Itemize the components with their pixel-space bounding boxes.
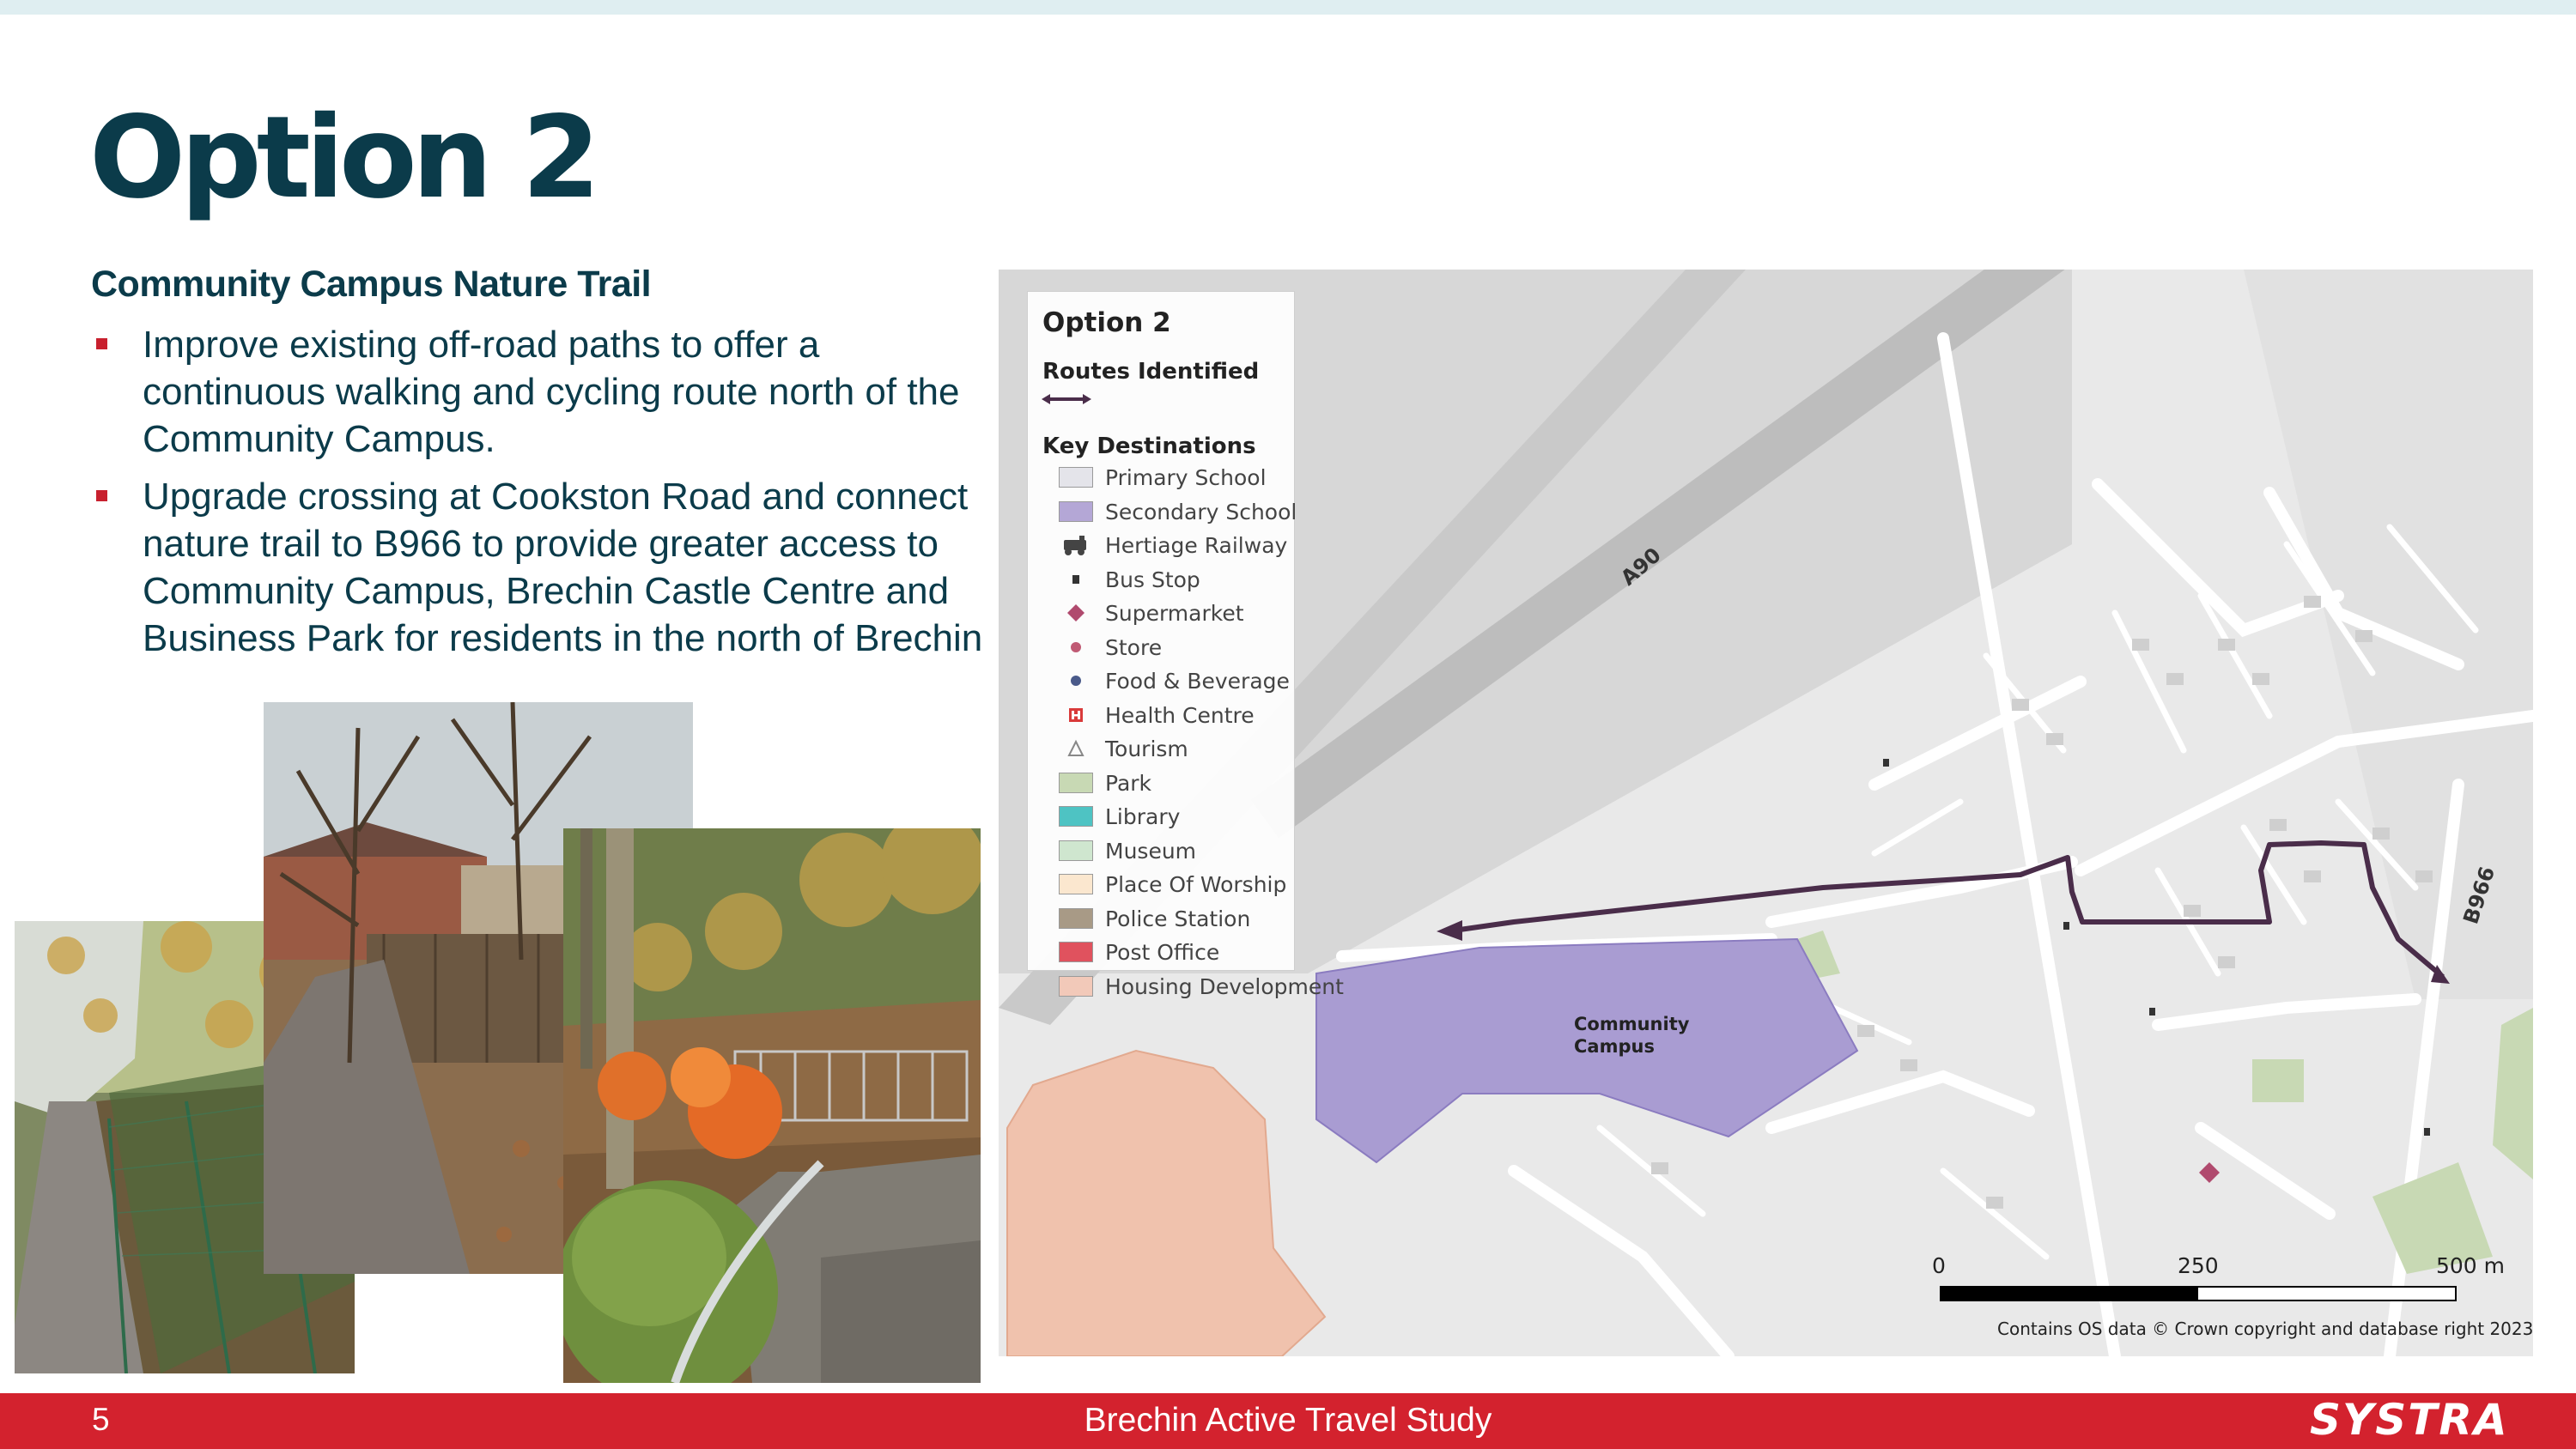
legend-swatch <box>1059 467 1093 488</box>
scale-label-mid: 250 <box>2178 1253 2219 1278</box>
legend-item: Store <box>1028 634 1294 664</box>
legend-item-label: Park <box>1105 770 1152 796</box>
legend-routes-heading: Routes Identified <box>1042 359 1260 385</box>
legend-item-label: Primary School <box>1105 465 1267 490</box>
legend-item: Police Station <box>1028 905 1294 936</box>
legend-item: Library <box>1028 803 1294 834</box>
scale-label-max: 500 m <box>2436 1253 2506 1278</box>
legend-item-label: Police Station <box>1105 906 1251 931</box>
legend-title: Option 2 <box>1042 307 1171 338</box>
legend-item-label: Food & Beverage <box>1105 669 1290 694</box>
legend-item-label: Secondary School <box>1105 499 1297 524</box>
slide-title: Option 2 <box>89 92 601 224</box>
dot-icon <box>1071 641 1081 652</box>
map-legend: Option 2 Routes Identified Key Destinati… <box>1027 291 1344 999</box>
legend-item-label: Supermarket <box>1105 601 1244 626</box>
legend-swatch <box>1059 806 1093 827</box>
top-accent-bar <box>0 0 2576 15</box>
legend-item: Post Office <box>1028 938 1294 969</box>
slide-subtitle: Community Campus Nature Trail <box>91 264 652 305</box>
triangle-icon <box>1067 739 1084 756</box>
legend-swatch <box>1059 907 1093 929</box>
bus-stop-icon <box>1072 574 1079 584</box>
legend-swatch <box>1059 942 1093 962</box>
systra-logo: SYSTRA <box>2310 1395 2509 1445</box>
legend-item: Supermarket <box>1028 599 1294 630</box>
photo-railing-crossing <box>563 828 981 1383</box>
legend-item: Health Centre <box>1028 701 1294 732</box>
bullet-item: Improve existing off-road paths to offer… <box>91 321 984 463</box>
legend-item: Bus Stop <box>1028 566 1294 597</box>
legend-item-label: Library <box>1105 804 1181 829</box>
map-attribution: Contains OS data © Crown copyright and d… <box>1997 1319 2533 1339</box>
legend-item-label: Store <box>1105 634 1163 660</box>
legend-item-label: Housing Development <box>1105 973 1344 999</box>
campus-label: Community Campus <box>1574 1014 1690 1057</box>
legend-item: Museum <box>1028 837 1294 868</box>
legend-swatch <box>1059 500 1093 522</box>
train-icon <box>1064 536 1086 555</box>
legend-item: Park <box>1028 769 1294 800</box>
footer-title: Brechin Active Travel Study <box>1084 1402 1492 1439</box>
bullet-list: Improve existing off-road paths to offer… <box>91 321 984 672</box>
route-arrow-icon <box>1042 394 1091 404</box>
legend-swatch <box>1059 840 1093 861</box>
legend-item-label: Museum <box>1105 838 1197 864</box>
route-map: A90 B966 Community Campus 0 250 500 m Co… <box>999 270 2533 1356</box>
legend-swatch <box>1059 772 1093 793</box>
diamond-icon <box>1067 604 1084 621</box>
dot-icon <box>1071 676 1081 686</box>
legend-item-label: Post Office <box>1105 940 1220 965</box>
health-icon <box>1069 707 1083 722</box>
legend-item: Hertiage Railway <box>1028 531 1294 562</box>
bullet-item: Upgrade crossing at Cookston Road and co… <box>91 473 984 662</box>
legend-item-label: Place Of Worship <box>1105 872 1287 897</box>
legend-item-label: Tourism <box>1105 737 1188 761</box>
legend-item-label: Hertiage Railway <box>1105 533 1288 558</box>
legend-item: Food & Beverage <box>1028 667 1294 698</box>
legend-item: Tourism <box>1028 735 1294 766</box>
legend-item-label: Health Centre <box>1105 702 1255 728</box>
legend-item: Primary School <box>1028 464 1294 494</box>
legend-swatch <box>1059 975 1093 997</box>
legend-key-destinations-heading: Key Destinations <box>1042 433 1256 459</box>
legend-item: Housing Development <box>1028 973 1344 1003</box>
scale-label-zero: 0 <box>1932 1253 1946 1278</box>
legend-item: Secondary School <box>1028 498 1297 529</box>
footer-bar: 5 Brechin Active Travel Study SYSTRA <box>0 1393 2576 1449</box>
legend-item-label: Bus Stop <box>1105 567 1200 592</box>
legend-swatch <box>1059 874 1093 894</box>
legend-item: Place Of Worship <box>1028 870 1294 901</box>
